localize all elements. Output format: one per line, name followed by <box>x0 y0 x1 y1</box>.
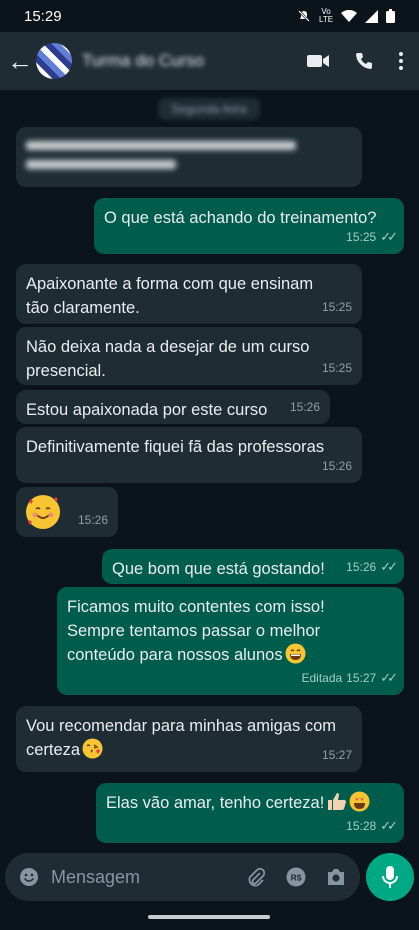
message-outgoing[interactable]: Elas vão amar, tenho certeza! 15:28 ✓✓ <box>96 783 404 843</box>
payment-icon[interactable]: R$ <box>286 867 306 887</box>
message-text: Definitivamente fiquei fã das professora… <box>26 438 325 456</box>
message-incoming[interactable]: 15:26 <box>16 487 118 537</box>
volte-indicator: Vo LTE <box>319 7 334 24</box>
edited-label: Editada <box>301 671 343 685</box>
message-input[interactable]: Mensagem <box>51 867 246 888</box>
message-time: 15:26 <box>346 560 377 574</box>
read-receipt-icon: ✓✓ <box>380 229 398 244</box>
message-text: Vou recomendar para minhas amigas com ce… <box>26 717 336 759</box>
message-incoming[interactable]: Estou apaixonada por este curso 15:26 <box>16 390 330 424</box>
message-composer: Mensagem R$ <box>5 853 360 901</box>
status-bar: 15:29 Vo LTE <box>0 0 419 32</box>
message-incoming[interactable]: Definitivamente fiquei fã das professora… <box>16 427 362 483</box>
face-blowing-kiss-emoji <box>82 738 103 759</box>
message-text: Apaixonante a forma com que ensinam tão … <box>26 275 314 317</box>
phone-call-icon[interactable] <box>355 52 373 70</box>
signal-icon <box>365 9 378 23</box>
heart-eyes-emoji <box>349 791 370 812</box>
mute-icon <box>298 10 310 22</box>
microphone-icon <box>382 866 398 888</box>
chat-header: ← Turma do Curso <box>0 32 419 90</box>
thumbs-up-emoji <box>326 791 347 812</box>
message-incoming[interactable]: Apaixonante a forma com que ensinam tão … <box>16 264 362 324</box>
read-receipt-icon: ✓✓ <box>380 670 398 685</box>
message-text: Elas vão amar, tenho certeza! <box>106 794 325 812</box>
message-time: 15:27 <box>346 671 377 685</box>
message-incoming[interactable] <box>16 127 362 187</box>
back-arrow-icon[interactable]: ← <box>7 46 33 77</box>
message-time: 15:25 <box>321 361 352 375</box>
message-incoming[interactable]: Não deixa nada a desejar de um curso pre… <box>16 327 362 385</box>
message-time: 15:25 <box>321 300 352 314</box>
blurred-message-text <box>26 141 352 169</box>
contact-name[interactable]: Turma do Curso <box>82 51 307 71</box>
battery-icon <box>386 9 395 23</box>
more-options-icon[interactable] <box>399 52 403 70</box>
message-text: Estou apaixonada por este curso <box>26 401 268 419</box>
mic-button[interactable] <box>366 853 414 901</box>
wifi-icon <box>341 10 357 22</box>
read-receipt-icon: ✓✓ <box>380 559 398 574</box>
message-text-wrap: Ficamos muito contentes com isso! Sempre… <box>67 595 394 667</box>
grinning-face-emoji <box>285 643 306 664</box>
message-time: 15:28 <box>346 819 377 833</box>
svg-text:R$: R$ <box>291 873 302 883</box>
status-time: 15:29 <box>24 7 62 25</box>
date-chip: Segunda-feira <box>158 98 260 120</box>
message-time: 15:25 <box>346 230 377 244</box>
message-time: 15:27 <box>321 748 352 762</box>
avatar[interactable] <box>36 43 72 79</box>
attach-icon[interactable] <box>246 867 266 887</box>
chat-area[interactable]: Segunda-feira O que está achando do trei… <box>0 90 419 850</box>
message-outgoing[interactable]: O que está achando do treinamento? 15:25… <box>94 198 404 254</box>
message-text: Não deixa nada a desejar de um curso pre… <box>26 338 310 380</box>
video-call-icon[interactable] <box>307 54 329 68</box>
message-time: 15:26 <box>289 400 320 414</box>
message-text-wrap: Elas vão amar, tenho certeza! <box>106 791 394 815</box>
home-gesture-pill[interactable] <box>148 915 270 919</box>
smiling-face-with-hearts-emoji <box>26 495 60 529</box>
message-outgoing[interactable]: Que bom que está gostando! 15:26 ✓✓ <box>102 549 404 584</box>
camera-icon[interactable] <box>326 868 346 886</box>
message-text-wrap: Vou recomendar para minhas amigas com ce… <box>26 714 352 762</box>
status-icons: Vo LTE <box>297 8 395 24</box>
message-time: 15:26 <box>321 459 352 473</box>
message-time: 15:26 <box>77 513 108 527</box>
message-outgoing[interactable]: Ficamos muito contentes com isso! Sempre… <box>57 587 404 695</box>
message-incoming[interactable]: Vou recomendar para minhas amigas com ce… <box>16 706 362 772</box>
read-receipt-icon: ✓✓ <box>380 818 398 833</box>
emoji-icon[interactable] <box>19 867 39 887</box>
system-nav-bar <box>0 905 419 930</box>
